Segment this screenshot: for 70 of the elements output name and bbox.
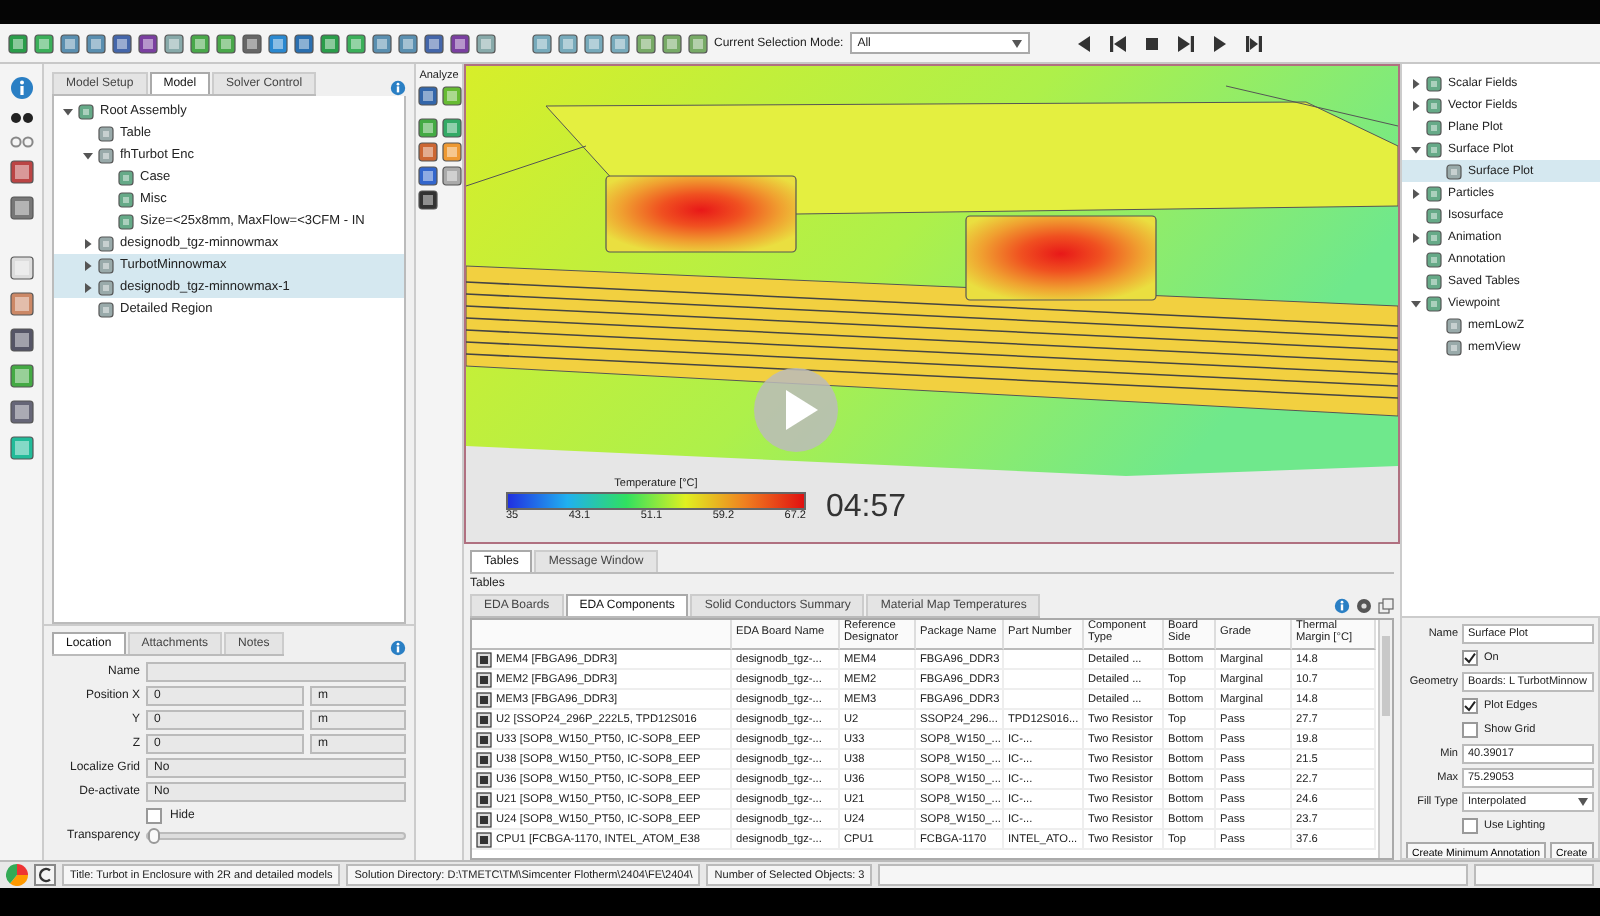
node-icon — [78, 103, 94, 119]
node-icon — [1446, 317, 1462, 333]
expand-arrow-icon[interactable] — [1410, 231, 1422, 243]
slider-thumb[interactable] — [148, 828, 160, 844]
expand-arrow-icon[interactable] — [1410, 99, 1422, 111]
node-icon — [1426, 273, 1442, 289]
node-icon — [98, 279, 114, 295]
node-icon — [1426, 251, 1442, 267]
node-icon — [118, 213, 134, 229]
node-icon — [1446, 339, 1462, 355]
node-icon — [1426, 295, 1442, 311]
copy-icon[interactable] — [1378, 598, 1394, 614]
expand-arrow-icon[interactable] — [82, 259, 94, 271]
check-icon — [1464, 700, 1476, 712]
tool-icon[interactable] — [9, 328, 33, 352]
info-icon[interactable] — [9, 76, 33, 100]
checkbox[interactable] — [1462, 650, 1478, 666]
node-icon — [98, 235, 114, 251]
expand-arrow-icon[interactable] — [82, 281, 94, 293]
video-timestamp: 04:57 — [826, 490, 907, 526]
tool-icon[interactable] — [9, 400, 33, 424]
help-icon[interactable] — [390, 80, 406, 96]
checkbox[interactable] — [1462, 818, 1478, 834]
node-icon — [1426, 207, 1442, 223]
tool-icon[interactable] — [9, 292, 33, 316]
tool-icon[interactable] — [9, 364, 33, 388]
collapse-arrow-icon[interactable] — [1410, 297, 1422, 309]
node-icon — [1426, 75, 1442, 91]
node-icon — [98, 301, 114, 317]
expand-arrow-icon[interactable] — [1410, 77, 1422, 89]
node-icon — [118, 169, 134, 185]
caret-icon — [1011, 39, 1022, 47]
tool-icon[interactable] — [9, 160, 33, 184]
collapse-arrow-icon[interactable] — [82, 149, 94, 161]
glasses-icon[interactable] — [9, 112, 33, 124]
loop-icon[interactable] — [1243, 33, 1264, 53]
play-icon[interactable] — [1209, 33, 1230, 53]
tool-icon[interactable] — [9, 196, 33, 220]
tool-icon[interactable] — [9, 256, 33, 280]
node-icon — [118, 191, 134, 207]
table-cell — [1004, 650, 1084, 670]
expand-arrow-icon[interactable] — [1410, 187, 1422, 199]
node-icon — [98, 147, 114, 163]
expand-arrow-icon[interactable] — [82, 237, 94, 249]
node-icon — [1426, 185, 1442, 201]
app-logo-icon — [6, 864, 28, 886]
checkbox[interactable] — [1462, 722, 1478, 738]
check-icon — [1464, 652, 1476, 664]
help-icon[interactable] — [1334, 598, 1350, 614]
help-icon[interactable] — [390, 640, 406, 656]
input-field[interactable] — [146, 662, 406, 682]
tool-icon[interactable] — [9, 436, 33, 460]
node-icon — [1426, 97, 1442, 113]
checkbox[interactable] — [146, 808, 162, 824]
step-back-icon[interactable] — [1073, 33, 1094, 53]
node-icon — [1426, 229, 1442, 245]
collapse-arrow-icon[interactable] — [1410, 143, 1422, 155]
caret-icon — [1578, 798, 1588, 806]
node-icon — [1446, 163, 1462, 179]
stop-icon[interactable] — [1141, 33, 1162, 53]
node-icon — [1426, 141, 1442, 157]
gear-icon[interactable] — [1356, 598, 1372, 614]
app-icon[interactable] — [34, 864, 56, 886]
first-frame-icon[interactable] — [1107, 33, 1128, 53]
node-icon — [98, 257, 114, 273]
node-icon — [98, 125, 114, 141]
checkbox[interactable] — [1462, 698, 1478, 714]
node-icon — [1426, 119, 1442, 135]
last-frame-icon[interactable] — [1175, 33, 1196, 53]
collapse-arrow-icon[interactable] — [62, 105, 74, 117]
